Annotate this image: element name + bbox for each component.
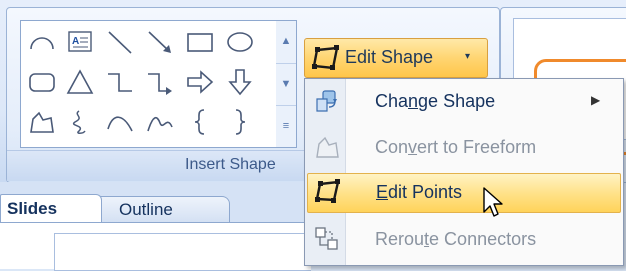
triangle-shape-icon[interactable] [65, 67, 95, 97]
mouse-pointer-icon [482, 186, 506, 220]
slides-list [0, 222, 311, 271]
right-arrow-shape-icon[interactable] [185, 67, 215, 97]
slides-pane: Outline Slides [0, 182, 311, 271]
rounded-rectangle-shape-icon[interactable] [27, 67, 57, 97]
edit-points-label: Edit Points [376, 182, 463, 202]
scribble-shape-icon[interactable] [65, 107, 95, 137]
svg-text:A: A [72, 36, 79, 47]
freeform-shape-icon[interactable] [27, 107, 57, 137]
slide-thumbnail[interactable] [54, 233, 311, 271]
arrow-line-shape-icon[interactable] [145, 27, 175, 57]
menu-item-reroute-connectors[interactable]: Reroute Connectors [307, 221, 619, 259]
edit-shape-label: Edit Shape [345, 47, 434, 67]
edit-shape-icon [311, 44, 341, 72]
right-brace-shape-icon[interactable] [225, 107, 255, 137]
edit-points-icon [314, 178, 342, 206]
gallery-scrollbar: ▲ ▼ ≡ [276, 20, 297, 148]
wave-curve-shape-icon[interactable] [145, 107, 175, 137]
edit-shape-menu: Change Shape ▶ Convert to Freeform Edit … [304, 78, 624, 266]
gallery-more-button[interactable]: ≡ [276, 105, 296, 147]
change-shape-label: Change Shape [375, 91, 496, 111]
tab-slides[interactable]: Slides [0, 194, 102, 223]
gallery-scroll-up-button[interactable]: ▲ [276, 21, 296, 62]
convert-to-freeform-label: Convert to Freeform [375, 137, 537, 157]
left-brace-shape-icon[interactable] [185, 107, 215, 137]
elbow-arrow-connector-shape-icon[interactable] [145, 67, 175, 97]
menu-item-convert-to-freeform[interactable]: Convert to Freeform [307, 129, 619, 167]
tab-outline[interactable]: Outline [98, 196, 230, 223]
oval-shape-icon[interactable] [225, 27, 255, 57]
reroute-connectors-label: Reroute Connectors [375, 229, 537, 249]
edit-shape-button[interactable]: Edit Shape ▾ [304, 38, 488, 78]
gallery-scroll-down-button[interactable]: ▼ [276, 63, 296, 105]
down-arrow-shape-icon[interactable] [225, 67, 255, 97]
shapes-gallery: A [20, 20, 278, 148]
reroute-connectors-icon [313, 225, 341, 253]
curve-shape-icon[interactable] [105, 107, 135, 137]
change-shape-icon [313, 87, 341, 115]
menu-item-change-shape[interactable]: Change Shape ▶ [307, 83, 619, 121]
text-box-shape-icon[interactable]: A [65, 27, 95, 57]
chevron-down-icon: ▾ [465, 51, 471, 62]
line-shape-icon[interactable] [105, 27, 135, 57]
freeform-convert-icon [313, 133, 341, 161]
insert-shapes-group-label: Insert Shape [185, 156, 276, 173]
tab-slides-label: Slides [7, 199, 58, 218]
rectangle-shape-icon[interactable] [185, 27, 215, 57]
menu-item-edit-points[interactable]: Edit Points [307, 173, 621, 213]
arc-shape-icon[interactable] [27, 27, 57, 57]
elbow-connector-shape-icon[interactable] [105, 67, 135, 97]
tab-outline-label: Outline [119, 200, 173, 219]
submenu-arrow-icon: ▶ [591, 93, 601, 107]
